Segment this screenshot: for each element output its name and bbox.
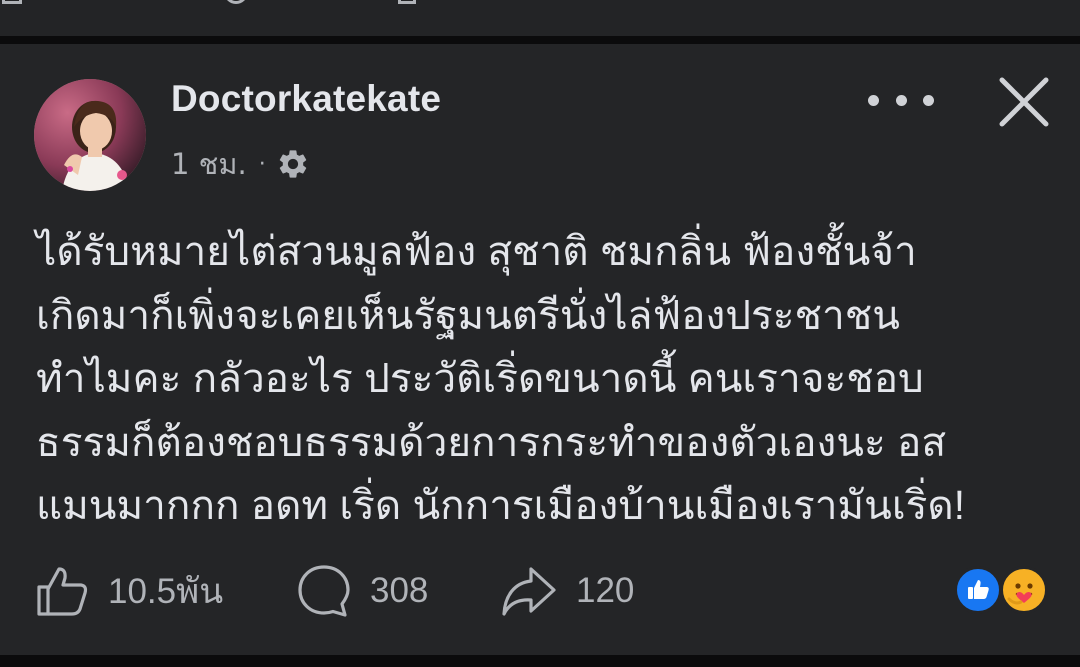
like-count: 10.5พัน xyxy=(108,571,224,611)
post-meta: 1 ชม. · xyxy=(171,144,310,184)
previous-share-icon xyxy=(398,0,416,4)
share-count: 120 xyxy=(576,571,635,610)
more-dot xyxy=(895,94,907,106)
bottom-divider xyxy=(0,655,1080,667)
share-arrow-icon xyxy=(500,563,558,619)
comment-bubble-icon xyxy=(296,563,352,619)
post-body-line: ทำไมคะ กลัวอะไร ประวัติเริ่ดขนาดนี้ คนเร… xyxy=(36,355,924,401)
previous-post-footer xyxy=(0,0,1080,36)
thumbs-up-icon xyxy=(34,563,90,619)
reaction-summary[interactable] xyxy=(954,566,1050,616)
comment-button[interactable]: 308 xyxy=(296,556,428,626)
top-divider xyxy=(0,36,1080,44)
meta-separator: · xyxy=(258,151,266,177)
author-name[interactable]: Doctorkatekate xyxy=(171,78,441,120)
post-timestamp[interactable]: 1 ชม. xyxy=(171,141,247,187)
post-card: Doctorkatekate 1 ชม. · ได้รับหมายไต่สวนม… xyxy=(0,44,1080,655)
previous-like-icon xyxy=(2,0,22,4)
like-button[interactable]: 10.5พัน xyxy=(34,556,223,626)
more-dot xyxy=(868,94,879,106)
author-avatar[interactable] xyxy=(34,79,146,191)
post-body-line: ได้รับหมายไต่สวนมูลฟ้อง สุชาติ ชมกลิ่น ฟ… xyxy=(36,228,917,274)
post-body-line: ธรรมก็ต้องชอบธรรมด้วยการกระทำของตัวเองนะ… xyxy=(36,418,947,465)
previous-comment-icon xyxy=(224,0,248,4)
more-options-icon[interactable] xyxy=(868,82,934,118)
post-body: ได้รับหมายไต่สวนมูลฟ้อง สุชาติ ชมกลิ่น ฟ… xyxy=(36,220,1046,538)
post-body-line: เกิดมาก็เพิ่งจะเคยเห็นรัฐมนตรีนั่งไล่ฟ้อ… xyxy=(36,291,900,338)
share-button[interactable]: 120 xyxy=(500,556,634,626)
post-action-bar: 10.5พัน 308 120 xyxy=(0,556,1080,626)
close-icon[interactable] xyxy=(996,74,1052,130)
gear-icon[interactable] xyxy=(276,147,310,181)
more-dot xyxy=(923,94,934,106)
comment-count: 308 xyxy=(370,571,429,610)
like-reaction-icon xyxy=(954,566,1002,614)
post-body-line: แมนมากกก อดท เริ่ด นักการเมืองบ้านเมืองเ… xyxy=(36,482,965,528)
care-reaction-icon xyxy=(1000,566,1048,614)
